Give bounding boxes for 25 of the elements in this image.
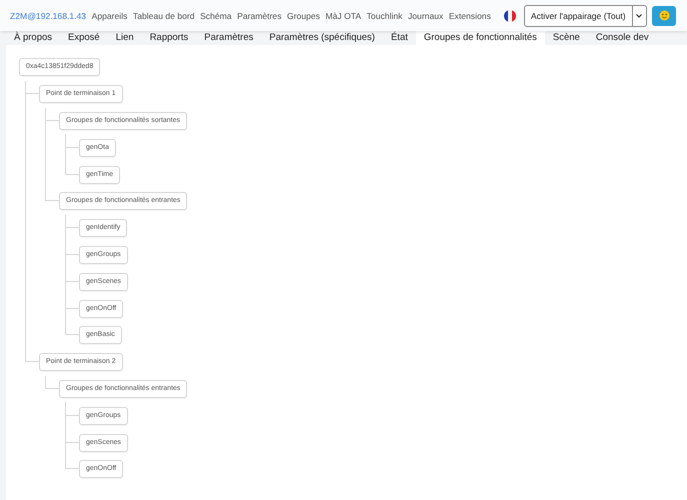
nav-link[interactable]: Schéma xyxy=(200,10,232,20)
tab[interactable]: Lien xyxy=(108,31,142,45)
tab[interactable]: Exposé xyxy=(60,31,108,45)
tab[interactable]: À propos xyxy=(6,31,60,45)
pairing-select[interactable]: Activer l'appairage (Tout) xyxy=(524,4,647,26)
theme-button[interactable] xyxy=(652,6,676,26)
tab[interactable]: Groupes de fonctionnalités xyxy=(416,31,545,45)
nav-link[interactable]: Journaux xyxy=(408,10,444,20)
nav-link[interactable]: Extensions xyxy=(448,10,491,20)
nav-link[interactable]: MàJ OTA xyxy=(325,10,362,20)
tab[interactable]: Scène xyxy=(544,31,588,45)
tab[interactable]: Rapports xyxy=(142,31,196,45)
nav-link[interactable]: Groupes xyxy=(287,10,320,20)
flag-icon[interactable] xyxy=(504,10,516,22)
tab[interactable]: État xyxy=(382,31,416,45)
smiley-icon xyxy=(658,10,670,21)
tab[interactable]: Paramètres xyxy=(196,31,262,45)
caret-icon xyxy=(636,14,642,18)
brand-link[interactable]: Z2M@192.168.1.43 xyxy=(10,10,86,20)
nav-link[interactable]: Paramètres xyxy=(237,10,282,20)
nav-link[interactable]: Touchlink xyxy=(366,10,402,20)
nav-link[interactable]: Appareils xyxy=(92,10,128,20)
tab[interactable]: Console dev xyxy=(588,31,657,45)
tab[interactable]: Paramètres (spécifiques) xyxy=(261,31,383,45)
nav-link[interactable]: Tableau de bord xyxy=(132,10,195,20)
